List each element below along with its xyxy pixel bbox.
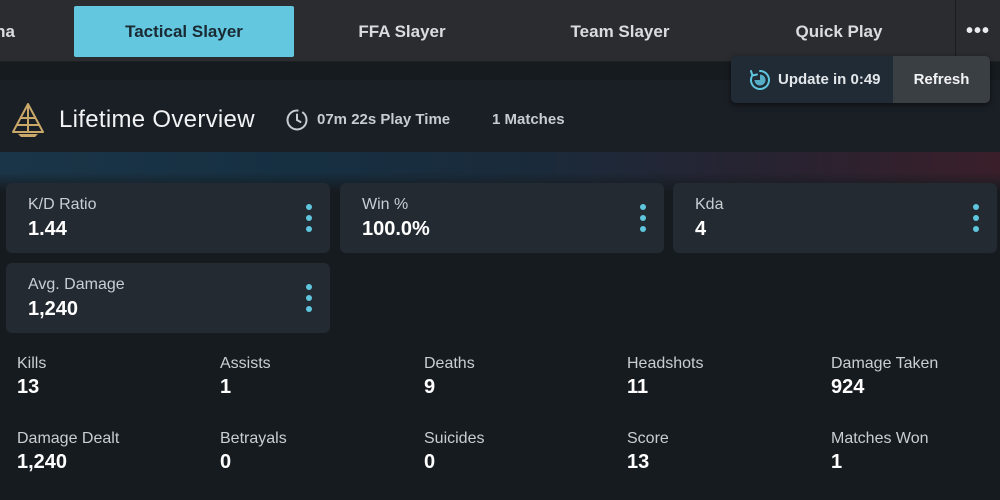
stat-label: Deaths <box>424 355 475 372</box>
tab-arena[interactable]: na <box>0 6 50 57</box>
card-value: 100.0% <box>362 218 430 240</box>
timer-refresh-icon <box>750 70 770 90</box>
stat-label: Kills <box>17 355 47 372</box>
vertical-dots-icon[interactable] <box>305 284 313 312</box>
stat-value: 1,240 <box>17 451 68 473</box>
stat-value: 13 <box>627 451 650 473</box>
page-title: Lifetime Overview <box>59 106 255 133</box>
card-value: 1.44 <box>28 218 67 240</box>
stat-value: 1 <box>831 451 843 473</box>
top-nav: na Tactical Slayer FFA Slayer Team Slaye… <box>0 0 1000 62</box>
vertical-dots-icon[interactable] <box>639 204 647 232</box>
stat-label: Betrayals <box>220 430 287 447</box>
card-label: Kda <box>695 196 724 213</box>
stat-assists: Assists 1 <box>220 355 271 399</box>
tab-ffa-slayer[interactable]: FFA Slayer <box>292 6 512 57</box>
more-dots-icon[interactable]: ••• <box>955 0 1000 62</box>
card-label: K/D Ratio <box>28 196 97 213</box>
card-label: Win % <box>362 196 409 213</box>
stat-card-win-percent: Win % 100.0% <box>340 183 664 253</box>
stat-value: 11 <box>627 376 649 398</box>
stat-suicides: Suicides 0 <box>424 430 484 474</box>
stat-label: Matches Won <box>831 430 929 447</box>
vertical-dots-icon[interactable] <box>972 204 980 232</box>
stat-value: 9 <box>424 376 436 398</box>
stat-betrayals: Betrayals 0 <box>220 430 287 474</box>
stat-damage-dealt: Damage Dealt 1,240 <box>17 430 119 474</box>
stat-label: Damage Taken <box>831 355 939 372</box>
stat-score: Score 13 <box>627 430 669 474</box>
stat-value: 0 <box>424 451 436 473</box>
tab-tactical-slayer[interactable]: Tactical Slayer <box>74 6 294 57</box>
card-value: 4 <box>695 218 707 240</box>
vertical-dots-icon[interactable] <box>305 204 313 232</box>
stat-value: 924 <box>831 376 865 398</box>
stat-kills: Kills 13 <box>17 355 46 399</box>
stat-matches-won: Matches Won 1 <box>831 430 929 474</box>
tab-team-slayer[interactable]: Team Slayer <box>510 6 730 57</box>
stat-card-kda: Kda 4 <box>673 183 997 253</box>
stat-value: 13 <box>17 376 40 398</box>
update-popup: Update in 0:49 Refresh <box>731 56 990 103</box>
matches-count: 1 Matches <box>492 111 565 128</box>
stat-value: 1 <box>220 376 232 398</box>
stat-damage-taken: Damage Taken 924 <box>831 355 938 399</box>
stat-card-avg-damage: Avg. Damage 1,240 <box>6 263 330 333</box>
clock-icon <box>286 109 308 131</box>
stat-value: 0 <box>220 451 232 473</box>
stat-deaths: Deaths 9 <box>424 355 475 399</box>
stat-label: Suicides <box>424 430 485 447</box>
stat-label: Score <box>627 430 669 447</box>
stat-label: Assists <box>220 355 271 372</box>
stat-label: Damage Dealt <box>17 430 120 447</box>
card-value: 1,240 <box>28 298 79 320</box>
pyramid-logo-icon <box>12 103 44 137</box>
stat-headshots: Headshots 11 <box>627 355 704 399</box>
stat-card-kd-ratio: K/D Ratio 1.44 <box>6 183 330 253</box>
refresh-button[interactable]: Refresh <box>893 56 990 103</box>
play-time: 07m 22s Play Time <box>317 111 451 128</box>
update-countdown: Update in 0:49 <box>778 71 881 88</box>
stat-label: Headshots <box>627 355 704 372</box>
tab-quick-play[interactable]: Quick Play <box>728 6 950 57</box>
card-label: Avg. Damage <box>28 276 125 293</box>
